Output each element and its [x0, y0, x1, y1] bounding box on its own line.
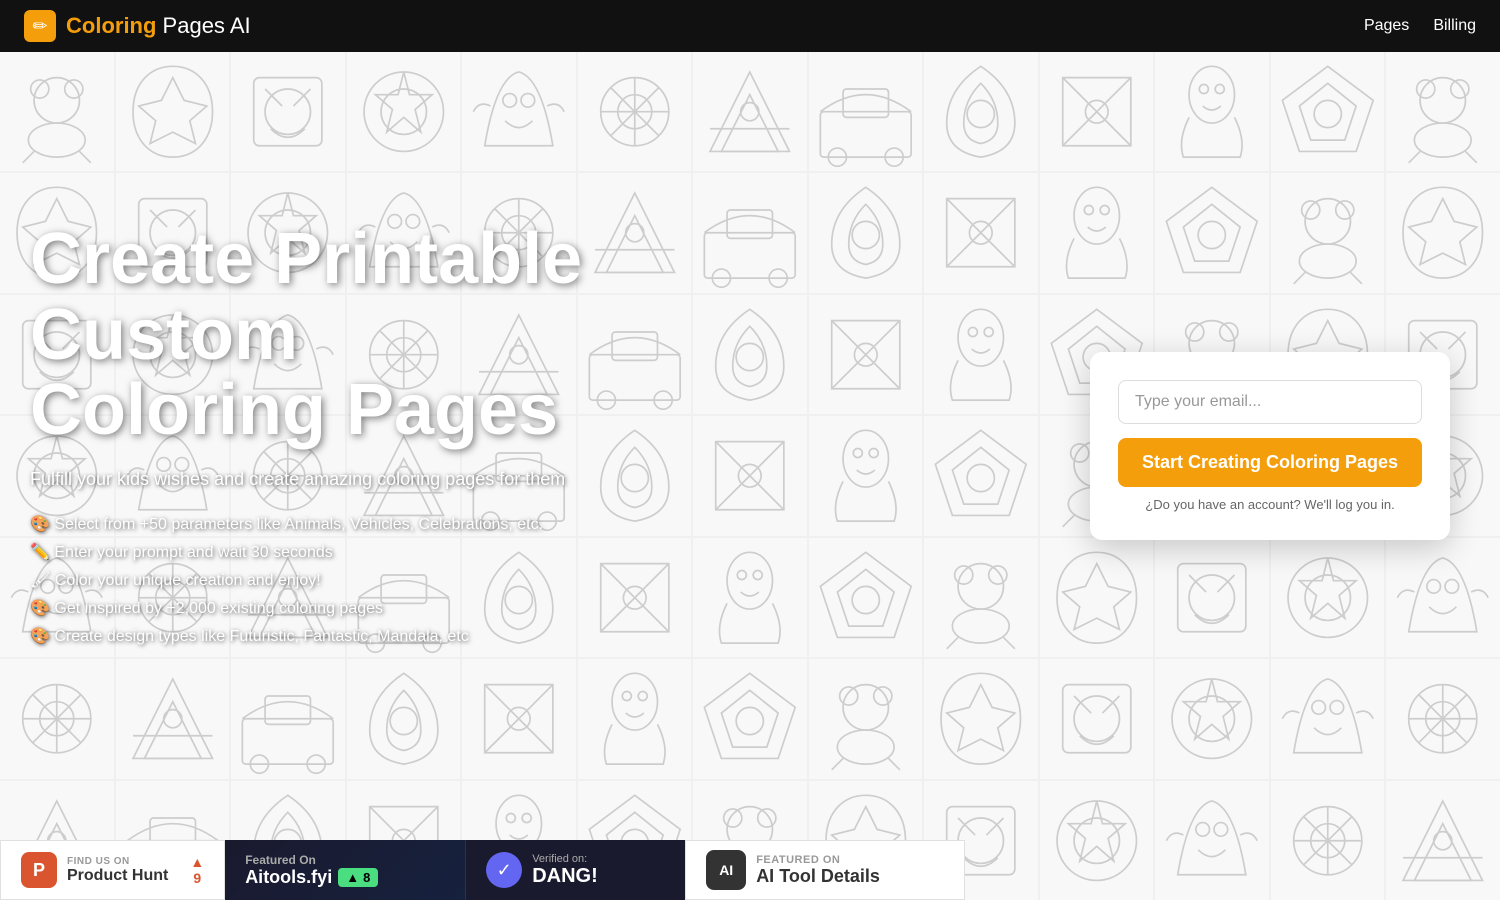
grid-cell	[693, 659, 807, 778]
grid-cell	[1386, 52, 1500, 171]
ai-tool-details-badge[interactable]: AI FEATURED ON AI Tool Details	[685, 840, 965, 900]
grid-cell	[116, 52, 230, 171]
grid-cell	[1271, 538, 1385, 657]
dang-check-icon: ✓	[486, 852, 522, 888]
dang-text: Verified on: DANG!	[532, 853, 598, 888]
grid-cell	[809, 416, 923, 535]
logo[interactable]: ✏ Coloring Pages AI	[24, 10, 251, 42]
hero-panel: Create Printable Custom Coloring Pages F…	[30, 222, 810, 646]
logo-bold: Coloring	[66, 13, 156, 38]
email-input[interactable]	[1118, 380, 1422, 424]
grid-cell	[0, 659, 114, 778]
ph-score: ▲ 9	[190, 854, 204, 886]
grid-cell	[924, 538, 1038, 657]
feature-item-4: 🎨 Get inspired by +2,000 existing colori…	[30, 598, 810, 618]
grid-cell	[809, 659, 923, 778]
feature-list: 🎨 Select from +50 parameters like Animal…	[30, 514, 810, 646]
cta-button[interactable]: Start Creating Coloring Pages	[1118, 438, 1422, 487]
dang-badge[interactable]: ✓ Verified on: DANG!	[465, 840, 685, 900]
grid-cell	[924, 659, 1038, 778]
grid-cell	[924, 173, 1038, 292]
aitools-badge[interactable]: Featured On Aitools.fyi ▲ 8	[225, 840, 465, 900]
grid-cell	[1040, 173, 1154, 292]
grid-cell	[462, 659, 576, 778]
grid-cell	[231, 52, 345, 171]
ph-name: Product Hunt	[67, 867, 168, 885]
grid-cell	[1271, 173, 1385, 292]
ai-tool-featured-label: FEATURED ON	[756, 854, 880, 866]
grid-cell	[1040, 52, 1154, 171]
grid-cell	[1271, 52, 1385, 171]
feature-item-3: 🖌 Color your unique creation and enjoy!	[30, 570, 810, 590]
grid-cell	[1155, 52, 1269, 171]
grid-cell	[1040, 659, 1154, 778]
ai-tool-text: FEATURED ON AI Tool Details	[756, 854, 880, 887]
grid-cell	[1271, 659, 1385, 778]
ai-tool-logo-icon: AI	[706, 850, 746, 890]
grid-cell	[809, 52, 923, 171]
ph-text: FIND US ON Product Hunt	[67, 856, 168, 885]
grid-cell	[924, 416, 1038, 535]
grid-cell	[578, 52, 692, 171]
aitools-score-number: 8	[363, 870, 370, 885]
aitools-text: Featured On Aitools.fyi ▲ 8	[245, 853, 378, 888]
feature-item-5: 🎨 Create design types like Futuristic, F…	[30, 626, 810, 646]
ph-arrow-icon: ▲	[190, 854, 204, 870]
aitools-featured-label: Featured On	[245, 853, 378, 867]
grid-cell	[809, 295, 923, 414]
logo-text: Coloring Pages AI	[66, 13, 251, 39]
grid-cell	[1040, 538, 1154, 657]
grid-cell	[347, 659, 461, 778]
pages-link[interactable]: Pages	[1364, 17, 1409, 35]
grid-cell	[0, 52, 114, 171]
dang-verified-label: Verified on:	[532, 853, 587, 865]
dang-brand-name: DANG!	[532, 865, 598, 888]
navbar: ✏ Coloring Pages AI Pages Billing	[0, 0, 1500, 52]
grid-cell	[1386, 538, 1500, 657]
logo-regular: Pages AI	[156, 13, 250, 38]
grid-cell	[1155, 173, 1269, 292]
aitools-brand-text: Aitools.fyi	[245, 867, 332, 888]
grid-cell	[462, 52, 576, 171]
login-text: ¿Do you have an account? We'll log you i…	[1118, 497, 1422, 512]
hero-title-line1: Create Printable Custom	[30, 219, 582, 375]
nav-links: Pages Billing	[1364, 17, 1476, 35]
feature-item-1: 🎨 Select from +50 parameters like Animal…	[30, 514, 810, 534]
signup-card: Start Creating Coloring Pages ¿Do you ha…	[1090, 352, 1450, 540]
grid-cell	[578, 659, 692, 778]
ai-tool-name: AI Tool Details	[756, 866, 880, 887]
grid-cell	[693, 52, 807, 171]
grid-cell	[1155, 659, 1269, 778]
grid-cell	[809, 173, 923, 292]
grid-cell	[924, 52, 1038, 171]
grid-cell	[1155, 538, 1269, 657]
grid-cell	[1386, 173, 1500, 292]
billing-link[interactable]: Billing	[1433, 17, 1476, 35]
product-hunt-badge[interactable]: P FIND US ON Product Hunt ▲ 9	[0, 840, 225, 900]
feature-item-2: ✏️ Enter your prompt and wait 30 seconds	[30, 542, 810, 562]
grid-cell	[231, 659, 345, 778]
ph-number: 9	[193, 870, 201, 886]
aitools-score-badge: ▲ 8	[338, 868, 378, 887]
grid-cell	[1386, 659, 1500, 778]
grid-cell	[116, 659, 230, 778]
hero-title-line2: Coloring Pages	[30, 370, 558, 450]
aitools-brand: Aitools.fyi ▲ 8	[245, 867, 378, 888]
logo-icon: ✏	[24, 10, 56, 42]
grid-cell	[347, 52, 461, 171]
bottom-badges: P FIND US ON Product Hunt ▲ 9 Featured O…	[0, 840, 1500, 900]
ph-find-label: FIND US ON	[67, 856, 168, 867]
grid-cell	[924, 295, 1038, 414]
aitools-score-arrow: ▲	[346, 870, 359, 885]
ph-logo-icon: P	[21, 852, 57, 888]
hero-subtitle: Fulfill your kids wishes and create amaz…	[30, 469, 810, 490]
grid-cell	[809, 538, 923, 657]
hero-title: Create Printable Custom Coloring Pages	[30, 222, 810, 449]
